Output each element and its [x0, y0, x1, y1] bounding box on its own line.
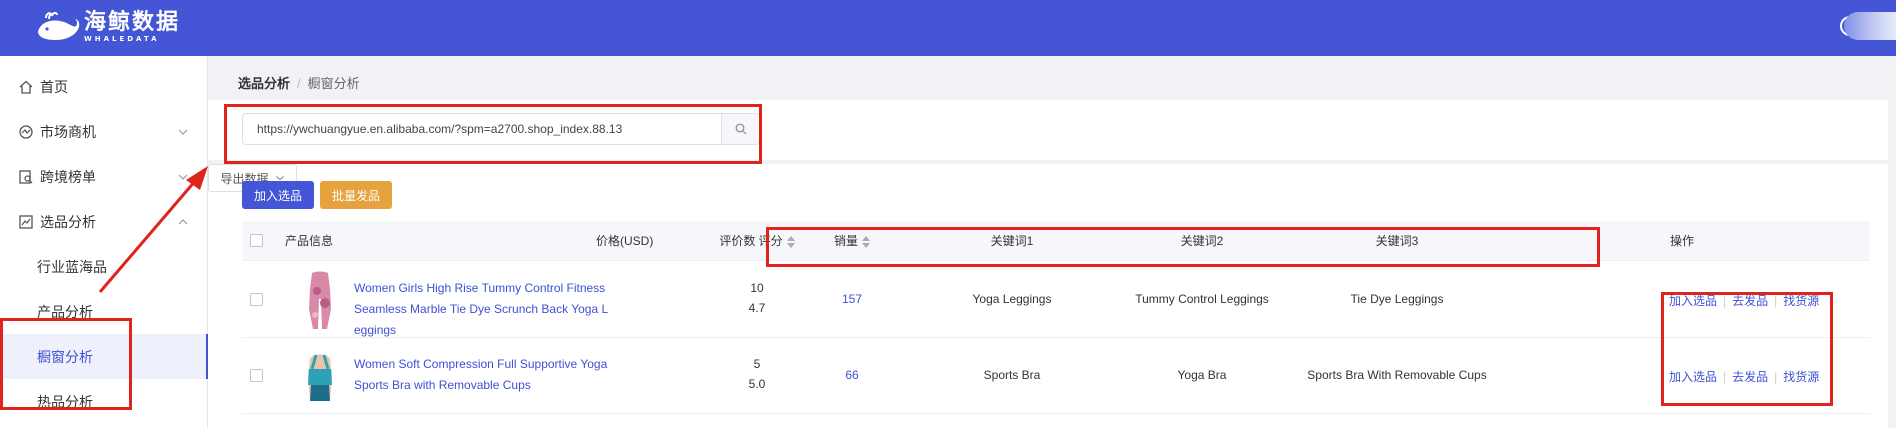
- annotation-arrow-icon: [98, 166, 208, 293]
